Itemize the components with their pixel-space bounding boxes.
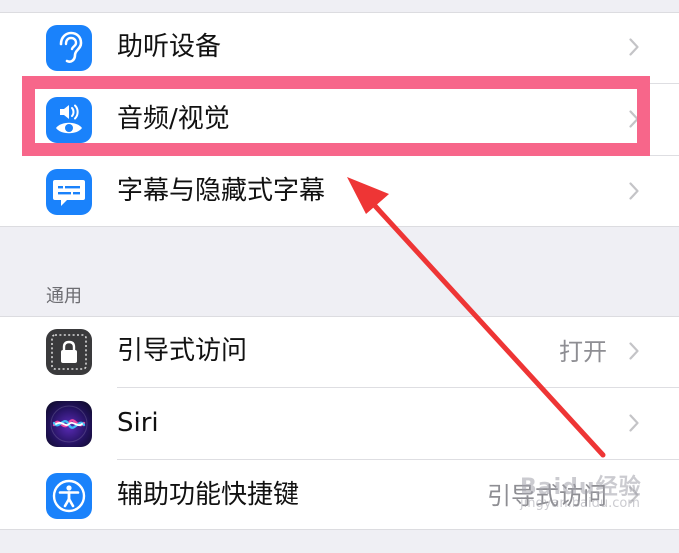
chevron-right-icon — [629, 486, 639, 504]
row-guided-access[interactable]: 引导式访问 打开 — [0, 316, 679, 388]
speaker-eye-icon — [46, 97, 92, 143]
row-label: 引导式访问 — [117, 336, 248, 366]
chevron-right-icon — [629, 38, 639, 56]
row-value: 打开 — [559, 338, 607, 366]
caption-bubble-icon — [46, 169, 92, 215]
row-audio-visual[interactable]: 音频/视觉 — [0, 84, 679, 156]
ear-icon — [46, 25, 92, 71]
siri-icon — [46, 401, 92, 447]
group-bottom-divider — [0, 529, 679, 530]
row-value: 引导式访问 — [487, 482, 607, 510]
row-hearing-devices[interactable]: 助听设备 — [0, 12, 679, 84]
accessibility-settings-page: 助听设备 音频/视觉 字幕与隐藏式字幕 通用 引导式访问 打开 Siri 辅助功… — [0, 0, 679, 553]
row-label: 字幕与隐藏式字幕 — [117, 176, 326, 206]
row-siri[interactable]: Siri — [0, 388, 679, 460]
row-label: 音频/视觉 — [117, 104, 230, 134]
row-accessibility-shortcut[interactable]: 辅助功能快捷键 引导式访问 — [0, 460, 679, 532]
accessibility-icon — [46, 473, 92, 519]
lock-frame-icon — [46, 329, 92, 375]
chevron-right-icon — [629, 182, 639, 200]
row-subtitles-captions[interactable]: 字幕与隐藏式字幕 — [0, 156, 679, 228]
row-label: Siri — [117, 408, 159, 438]
row-label: 辅助功能快捷键 — [117, 480, 300, 510]
general-group: 引导式访问 打开 Siri 辅助功能快捷键 引导式访问 — [0, 316, 679, 530]
row-label: 助听设备 — [117, 32, 222, 62]
group-bottom-divider — [0, 226, 679, 227]
chevron-right-icon — [629, 110, 639, 128]
hearing-group: 助听设备 音频/视觉 字幕与隐藏式字幕 — [0, 12, 679, 227]
chevron-right-icon — [629, 414, 639, 432]
chevron-right-icon — [629, 342, 639, 360]
section-header-general: 通用 — [46, 286, 82, 307]
